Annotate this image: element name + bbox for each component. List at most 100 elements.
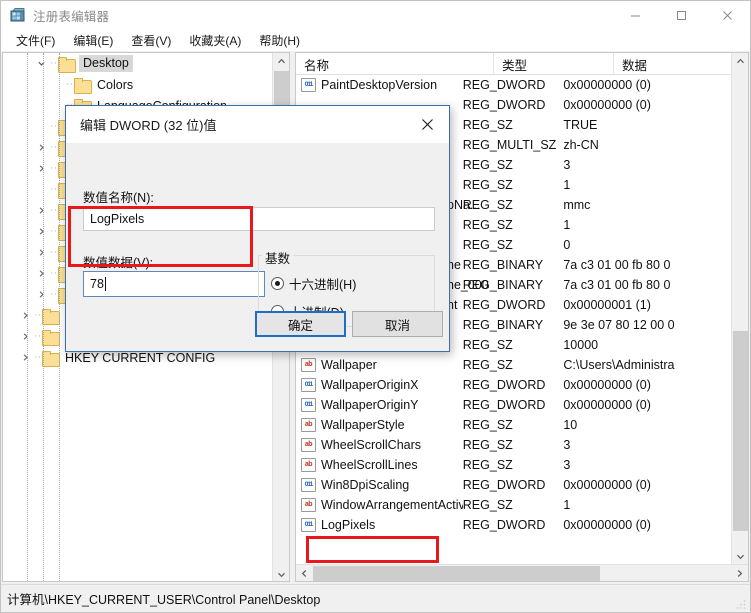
- cell-value-data: 0x00000000 (0): [563, 518, 651, 532]
- chevron-right-icon[interactable]: [33, 224, 49, 240]
- cell-value-name: 011100 LogPixels: [296, 518, 463, 532]
- cell-value-type: REG_DWORD: [462, 378, 546, 392]
- radio-hexadecimal[interactable]: 十六进制(H): [271, 274, 356, 293]
- cell-value-data: TRUE: [563, 118, 598, 132]
- table-row[interactable]: 011100 WallpaperOriginY REG_DWORD 0x0000000…: [296, 395, 731, 415]
- column-header-data[interactable]: 数据: [614, 53, 731, 75]
- binary-value-icon: 011100: [301, 398, 316, 412]
- cell-value-type: REG_DWORD: [462, 78, 546, 92]
- chevron-right-icon[interactable]: [33, 140, 49, 156]
- column-header-name[interactable]: 名称: [296, 53, 494, 75]
- list-hscrollbar-thumb[interactable]: [313, 565, 600, 581]
- dialog-close-icon[interactable]: [405, 106, 449, 143]
- menu-bar: 文件(F) 编辑(E) 查看(V) 收藏夹(A) 帮助(H): [1, 29, 750, 51]
- chevron-right-icon[interactable]: [33, 245, 49, 261]
- value-name-label: 数值名称(N):: [83, 191, 154, 205]
- chevron-right-icon[interactable]: [33, 266, 49, 282]
- value-name-text: Wallpaper: [321, 358, 377, 372]
- resize-grip-icon[interactable]: [736, 598, 746, 609]
- chevron-right-icon[interactable]: [33, 203, 49, 219]
- cell-value-type: REG_BINARY: [462, 318, 544, 332]
- cell-value-name: ab WallpaperStyle: [296, 418, 463, 432]
- dialog-title: 编辑 DWORD (32 位)值: [80, 118, 217, 133]
- table-row[interactable]: ab WheelScrollLines REG_SZ 3: [296, 455, 731, 475]
- cell-value-type: REG_SZ: [462, 358, 513, 372]
- minimize-button[interactable]: [612, 1, 658, 29]
- table-row[interactable]: ab WindowArrangementActive REG_SZ 1: [296, 495, 731, 515]
- cell-value-type: REG_BINARY: [462, 258, 544, 272]
- list-column-headers: 名称 类型 数据: [296, 53, 748, 75]
- cell-value-type: REG_DWORD: [462, 398, 546, 412]
- tree-item-label: Desktop: [79, 55, 133, 72]
- table-row[interactable]: ab WallpaperStyle REG_SZ 10: [296, 415, 731, 435]
- menu-help[interactable]: 帮助(H): [250, 30, 309, 51]
- menu-edit[interactable]: 编辑(E): [64, 30, 122, 51]
- tree-guide-dash: ··: [49, 57, 58, 69]
- tree-guide-dash: ··: [49, 246, 58, 258]
- cell-value-name: 011100 WallpaperOriginX: [296, 378, 463, 392]
- list-scroll-down-icon[interactable]: [732, 548, 748, 565]
- cell-value-data: 3: [563, 438, 571, 452]
- tree-guide-line: [43, 53, 44, 581]
- cell-value-data: 1: [563, 218, 571, 232]
- value-name-text: Win8DpiScaling: [321, 478, 410, 492]
- ok-button[interactable]: 确定: [255, 311, 346, 337]
- menu-file[interactable]: 文件(F): [7, 30, 64, 51]
- tree-item-label: Colors: [97, 77, 134, 92]
- maximize-button[interactable]: [658, 1, 704, 29]
- tree-guide-dash: ··: [49, 288, 58, 300]
- cell-value-name: 011100 WallpaperOriginY: [296, 398, 463, 412]
- value-name-text: WallpaperOriginY: [321, 398, 419, 412]
- list-scrollbar-thumb[interactable]: [733, 331, 748, 531]
- folder-icon: [42, 350, 60, 367]
- list-vertical-scrollbar[interactable]: [731, 53, 748, 565]
- cell-value-data: 3: [563, 458, 571, 472]
- chevron-right-icon[interactable]: [17, 308, 33, 324]
- table-row[interactable]: ab WheelScrollChars REG_SZ 3: [296, 435, 731, 455]
- chevron-right-icon[interactable]: [17, 329, 33, 345]
- table-row[interactable]: 011100 Win8DpiScaling REG_DWORD 0x00000000 …: [296, 475, 731, 495]
- binary-value-icon: 011100: [301, 478, 316, 492]
- close-button[interactable]: [704, 1, 750, 29]
- list-scroll-right-icon[interactable]: [731, 565, 748, 581]
- value-name-text: WallpaperStyle: [321, 418, 405, 432]
- table-row[interactable]: 011100 LogPixels REG_DWORD 0x00000000 (0): [296, 515, 731, 535]
- table-row[interactable]: 011100 PaintDesktopVersion REG_DWORD 0x0000…: [296, 75, 731, 95]
- title-bar: 注册表编辑器: [1, 1, 750, 29]
- cell-value-data: 0x00000001 (1): [563, 298, 651, 312]
- list-scroll-left-icon[interactable]: [296, 565, 313, 581]
- chevron-down-icon[interactable]: [33, 56, 49, 72]
- column-header-type[interactable]: 类型: [494, 53, 614, 75]
- table-row[interactable]: ab Wallpaper REG_SZ C:\Users\Administra: [296, 355, 731, 375]
- radio-hexadecimal-indicator: [271, 277, 284, 290]
- value-name-partial: pNa...: [447, 198, 481, 212]
- value-name-text: LogPixels: [321, 518, 376, 532]
- list-scroll-up-icon[interactable]: [732, 53, 748, 70]
- menu-favorites[interactable]: 收藏夹(A): [180, 30, 250, 51]
- list-horizontal-scrollbar[interactable]: [296, 564, 748, 581]
- cell-value-type: REG_SZ: [462, 438, 513, 452]
- cell-value-name: ab WheelScrollLines: [296, 458, 463, 472]
- tree-guide-dash: ··: [65, 78, 74, 90]
- cell-value-data: 7a c3 01 00 fb 80 0: [563, 258, 671, 272]
- chevron-right-icon[interactable]: [33, 161, 49, 177]
- value-name-input[interactable]: LogPixels: [83, 207, 435, 231]
- cancel-button[interactable]: 取消: [352, 311, 443, 337]
- tree-scroll-up-icon[interactable]: [273, 53, 289, 70]
- cell-value-type: REG_SZ: [462, 418, 513, 432]
- menu-view[interactable]: 查看(V): [122, 30, 180, 51]
- tree-guide-dash: ··: [49, 141, 58, 153]
- cell-value-data: 7a c3 01 00 fb 80 0: [563, 278, 671, 292]
- chevron-right-icon[interactable]: [17, 350, 33, 366]
- tree-guide-dash: ··: [33, 330, 42, 342]
- cell-value-data: 0x00000000 (0): [563, 478, 651, 492]
- string-value-icon: ab: [301, 498, 316, 512]
- tree-scroll-down-icon[interactable]: [273, 566, 289, 581]
- chevron-right-icon[interactable]: [33, 287, 49, 303]
- value-data-input[interactable]: 78: [83, 271, 265, 297]
- text-caret: [104, 277, 106, 291]
- table-row[interactable]: 011100 WallpaperOriginX REG_DWORD 0x0000000…: [296, 375, 731, 395]
